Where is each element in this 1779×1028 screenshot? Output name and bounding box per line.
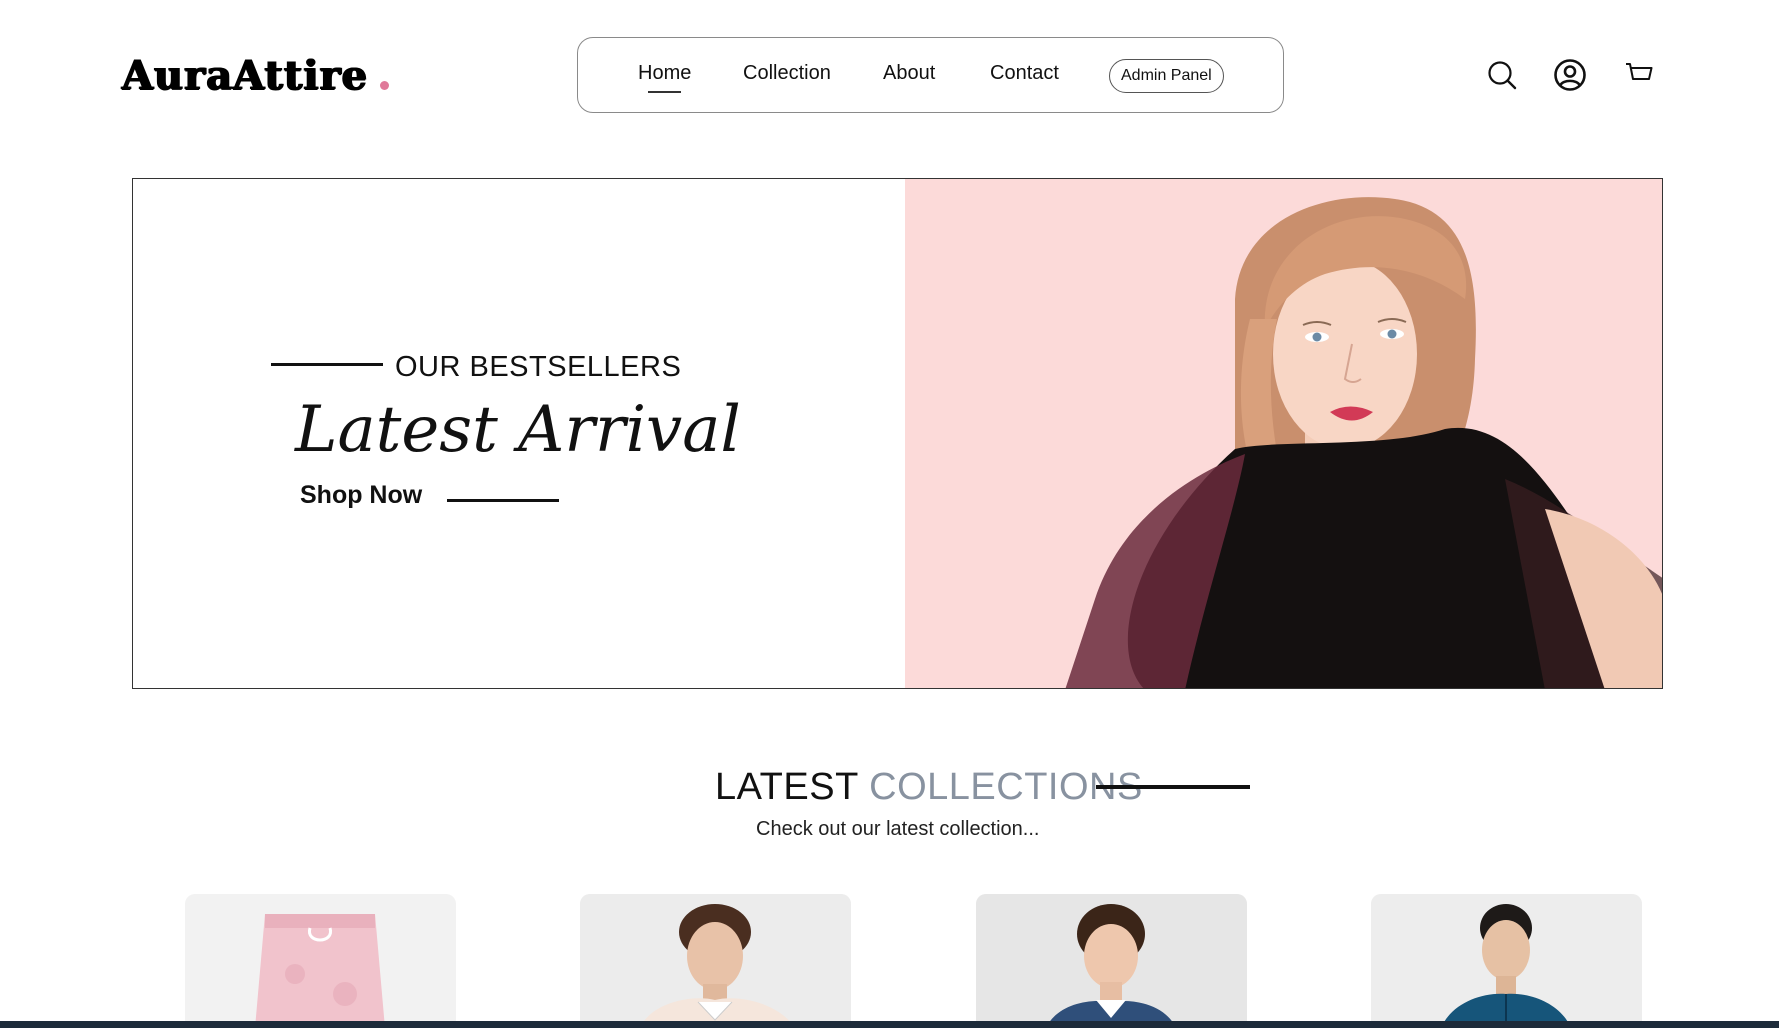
hero-eyebrow: OUR BESTSELLERS bbox=[395, 351, 682, 383]
model-illustration bbox=[1065, 197, 1662, 688]
pink-pants-image bbox=[255, 914, 385, 1028]
search-icon[interactable] bbox=[1485, 58, 1519, 92]
latest-collections-title: LATEST COLLECTIONS bbox=[715, 766, 1143, 809]
brand-dot bbox=[380, 80, 390, 90]
brand-logo[interactable]: AuraAttire bbox=[122, 50, 390, 100]
admin-panel-button[interactable]: Admin Panel bbox=[1109, 59, 1224, 93]
hero-image bbox=[905, 179, 1662, 688]
hero-banner: OUR BESTSELLERS Latest Arrival Shop Now bbox=[132, 178, 1663, 689]
nav-contact[interactable]: Contact bbox=[990, 62, 1059, 85]
product-card-boy-denim[interactable] bbox=[976, 894, 1247, 1028]
hero-text-panel: OUR BESTSELLERS Latest Arrival Shop Now bbox=[133, 179, 905, 688]
product-card-man-polo[interactable] bbox=[580, 894, 851, 1028]
man-polo-image bbox=[580, 894, 851, 1028]
user-profile-icon[interactable] bbox=[1553, 58, 1587, 92]
woman-jacket-image bbox=[1371, 894, 1642, 1028]
product-card-woman-jacket[interactable] bbox=[1371, 894, 1642, 1028]
boy-denim-image bbox=[976, 894, 1247, 1028]
main-nav: Home Collection About Contact Admin Pane… bbox=[577, 37, 1284, 113]
latest-collections-subtitle: Check out our latest collection... bbox=[756, 818, 1040, 840]
cart-icon[interactable] bbox=[1623, 58, 1657, 92]
eyebrow-line bbox=[271, 363, 383, 366]
bottom-scroll-bar bbox=[0, 1021, 1779, 1028]
nav-about[interactable]: About bbox=[883, 62, 935, 85]
nav-collection[interactable]: Collection bbox=[743, 62, 831, 85]
product-card-pink-pants[interactable] bbox=[185, 894, 456, 1028]
brand-name: AuraAttire bbox=[122, 51, 369, 99]
shop-now-button[interactable]: Shop Now bbox=[300, 481, 422, 510]
hero-title: Latest Arrival bbox=[295, 393, 741, 467]
title-dark-part: LATEST bbox=[715, 766, 859, 808]
shop-now-line bbox=[447, 499, 559, 502]
nav-home[interactable]: Home bbox=[638, 62, 691, 93]
section-title-line bbox=[1096, 785, 1250, 789]
